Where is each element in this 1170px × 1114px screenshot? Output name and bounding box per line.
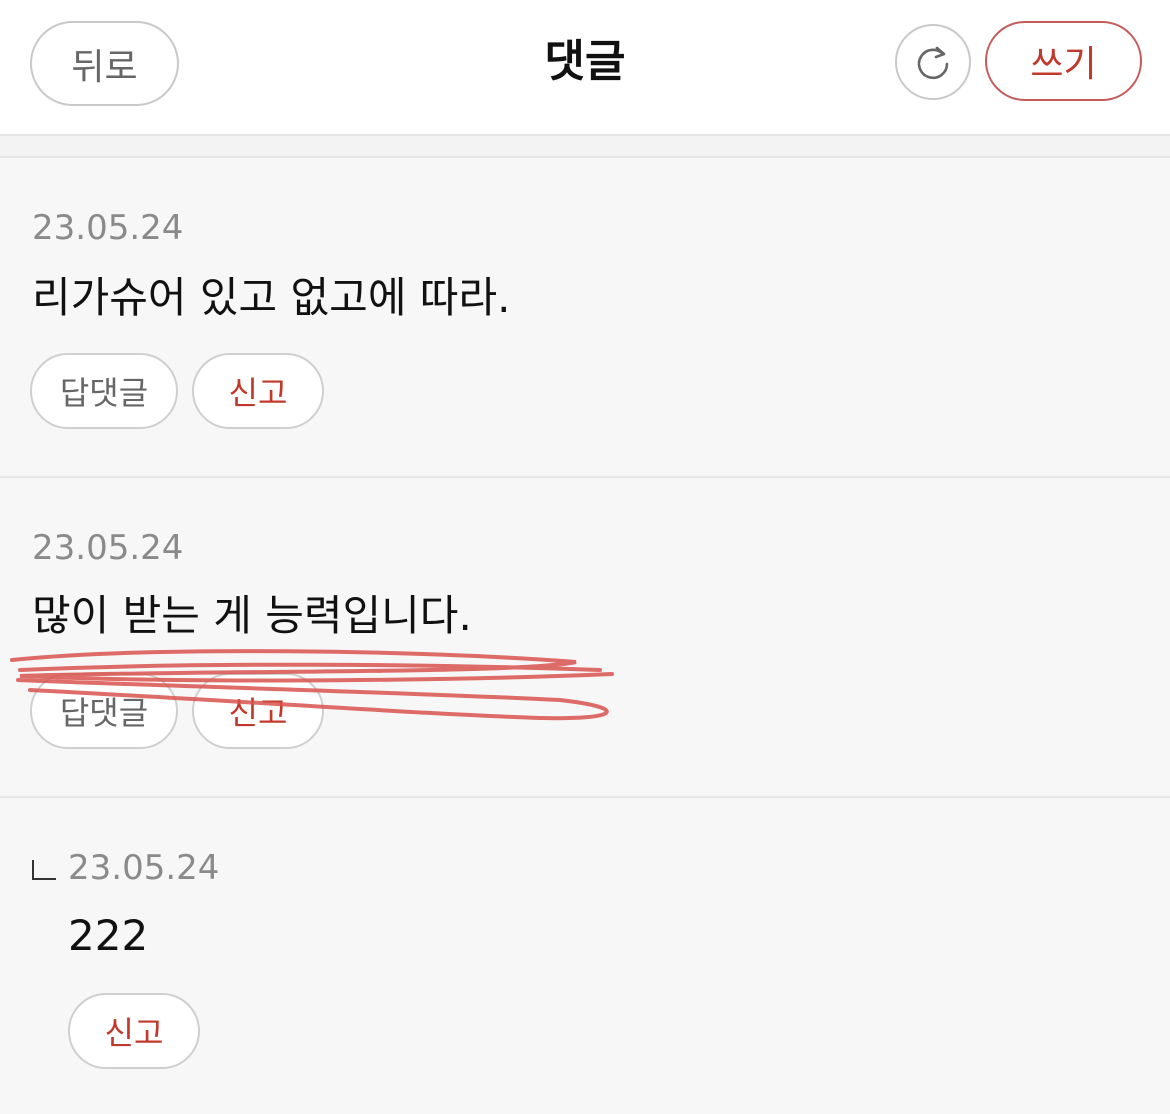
report-button[interactable]: 신고 (192, 353, 324, 429)
refresh-icon (917, 46, 949, 80)
comment-item: 23.05.24 많이 받는 게 능력입니다. 답댓글 신고 (0, 478, 1170, 796)
write-button[interactable]: 쓰기 (985, 21, 1142, 101)
report-button[interactable]: 신고 (68, 993, 200, 1069)
reply-button[interactable]: 답댓글 (30, 353, 178, 429)
refresh-button[interactable] (895, 24, 971, 100)
comment-date: 23.05.24 (32, 528, 184, 568)
reply-text: 222 (68, 911, 149, 960)
reply-marker-icon (32, 860, 56, 880)
comment-date: 23.05.24 (32, 208, 184, 248)
reply-date: 23.05.24 (68, 848, 220, 888)
reply-button[interactable]: 답댓글 (30, 673, 178, 749)
top-bar: 뒤로 댓글 쓰기 (0, 0, 1170, 136)
header-separator (0, 136, 1170, 158)
comment-text: 리가슈어 있고 없고에 따라. (32, 273, 511, 322)
reply-item: 23.05.24 222 신고 (0, 798, 1170, 1114)
comment-item: 23.05.24 리가슈어 있고 없고에 따라. 답댓글 신고 (0, 158, 1170, 476)
comment-text: 많이 받는 게 능력입니다. (32, 591, 472, 640)
report-button[interactable]: 신고 (192, 673, 324, 749)
